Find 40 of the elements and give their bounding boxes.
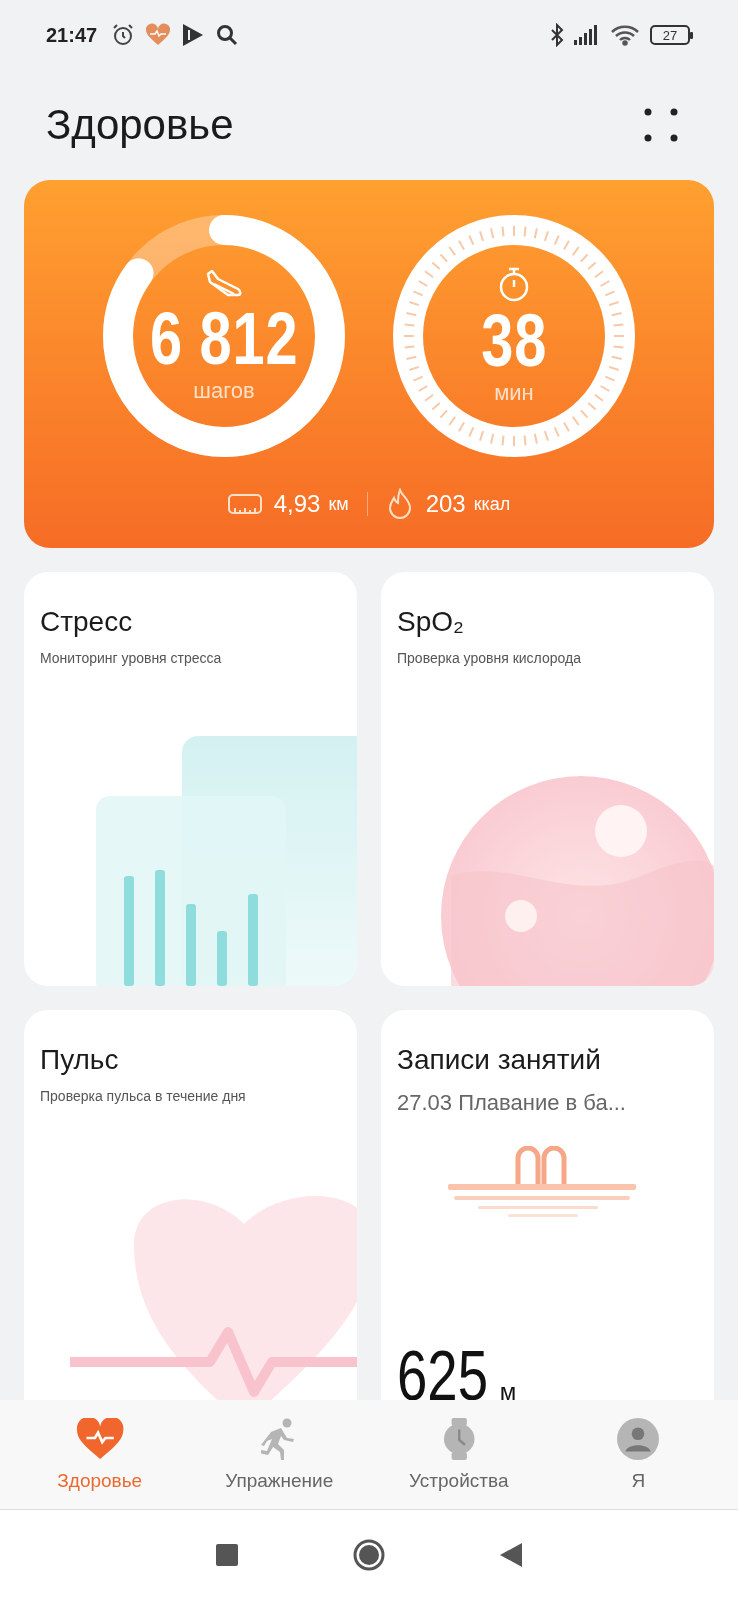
recents-button[interactable] [216,1543,238,1566]
ruler-icon [227,493,262,515]
health-card[interactable]: SpO₂ Проверка уровня кислорода [381,572,714,986]
calories-value: 203 [425,490,466,518]
steps-value: 6 812 [149,302,299,376]
bluetooth-icon [550,23,564,47]
distance-unit: км [328,493,349,515]
health-card[interactable]: Пульс Проверка пульса в течение дня [24,1010,357,1400]
card-subtitle: Проверка уровня кислорода [397,650,581,666]
stopwatch-icon [497,266,531,302]
card-title: SpO₂ [397,606,464,638]
more-menu-icon[interactable] [644,108,678,142]
card-subtitle: Мониторинг уровня стресса [40,650,222,666]
watch-icon [442,1417,475,1460]
heart-icon [75,1417,124,1460]
card-subtitle: Проверка пульса в течение дня [40,1088,246,1104]
home-button[interactable] [353,1538,385,1571]
heart-icon [145,23,172,47]
calories-unit: ккал [473,493,511,515]
search-icon [215,23,240,47]
card-title: Записи занятий [397,1044,601,1076]
signal-icon [574,25,600,45]
distance-value: 4,93 [273,490,321,518]
steps-unit: шагов [193,378,255,404]
minutes-unit: мин [494,380,534,406]
nav-tab[interactable]: Я [548,1400,728,1509]
health-card[interactable]: Стресс Мониторинг уровня стресса [24,572,357,986]
status-time: 21:47 [46,23,98,47]
minutes-value: 38 [481,304,547,378]
distance-unit: м [499,1378,517,1400]
card-title: Пульс [40,1044,119,1076]
card-subtitle: 27.03 Плавание в ба... [397,1090,626,1116]
back-button[interactable] [500,1542,522,1567]
card-title: Стресс [40,606,133,638]
nav-tab[interactable]: Упражнение [189,1400,369,1509]
wifi-icon [610,24,640,46]
nav-tab[interactable]: Устройства [369,1400,549,1509]
battery-indicator: 27 [650,25,690,45]
page-title: Здоровье [46,101,234,149]
avatar-icon [617,1417,660,1460]
